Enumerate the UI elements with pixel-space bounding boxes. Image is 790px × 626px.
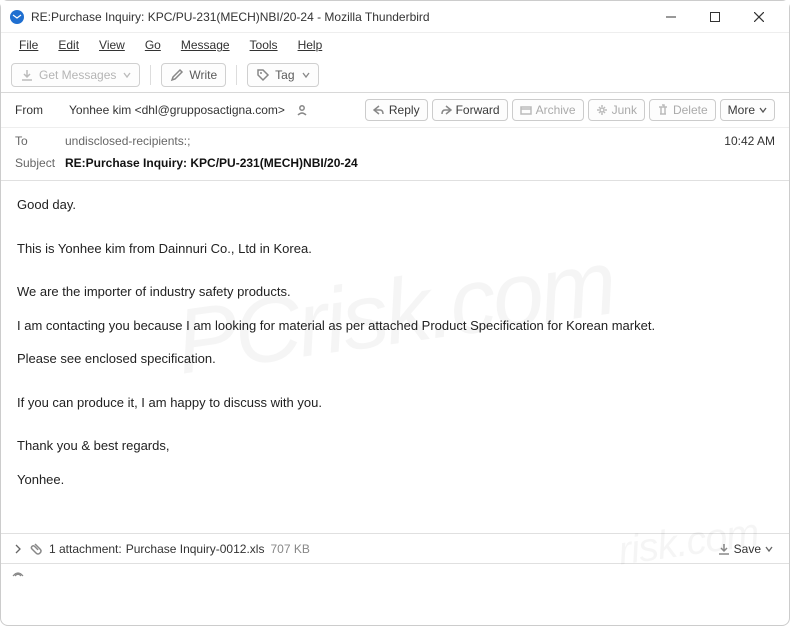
menu-file[interactable]: File [11,36,46,54]
body-line: We are the importer of industry safety p… [17,282,773,302]
body-line: I am contacting you because I am looking… [17,316,773,336]
close-button[interactable] [737,1,781,33]
attachment-count: 1 attachment: [49,542,122,556]
statusbar [1,563,789,587]
toolbar-divider [150,65,151,85]
body-line: Good day. [17,195,773,215]
body-line: Please see enclosed specification. [17,349,773,369]
body-line: This is Yonhee kim from Dainnuri Co., Lt… [17,239,773,259]
minimize-button[interactable] [649,1,693,33]
menu-help[interactable]: Help [290,36,331,54]
expand-attachments-button[interactable] [11,544,25,554]
attachment-filename[interactable]: Purchase Inquiry-0012.xls [126,542,265,556]
reply-button[interactable]: Reply [365,99,428,121]
attachment-bar: 1 attachment: Purchase Inquiry-0012.xls … [1,533,789,563]
delete-button[interactable]: Delete [649,99,716,121]
write-button[interactable]: Write [161,63,226,87]
tag-label: Tag [275,68,294,82]
toolbar: Get Messages Write Tag [1,57,789,93]
attachment-icon [29,542,43,556]
thunderbird-icon [9,9,25,25]
reply-label: Reply [389,103,420,117]
delete-label: Delete [673,103,708,117]
connection-status-icon[interactable] [11,569,25,583]
archive-label: Archive [536,103,576,117]
more-label: More [728,103,755,117]
subject-label: Subject [15,156,65,170]
menu-edit[interactable]: Edit [50,36,87,54]
subject-row: Subject RE:Purchase Inquiry: KPC/PU-231(… [1,150,789,181]
toolbar-divider [236,65,237,85]
forward-button[interactable]: Forward [432,99,508,121]
contact-icon[interactable] [295,103,309,117]
archive-button[interactable]: Archive [512,99,584,121]
menu-tools[interactable]: Tools [242,36,286,54]
body-line: Yonhee. [17,470,773,490]
menubar: File Edit View Go Message Tools Help [1,33,789,57]
body-line: Thank you & best regards, [17,436,773,456]
save-attachment-button[interactable]: Save [712,540,779,558]
from-label: From [15,103,65,117]
forward-label: Forward [456,103,500,117]
subject-value: RE:Purchase Inquiry: KPC/PU-231(MECH)NBI… [65,156,358,170]
tag-button[interactable]: Tag [247,63,318,87]
from-value: Yonhee kim <dhl@grupposactigna.com> [69,103,285,117]
save-label: Save [734,542,761,556]
menu-message[interactable]: Message [173,36,238,54]
window-title: RE:Purchase Inquiry: KPC/PU-231(MECH)NBI… [31,10,649,24]
message-time: 10:42 AM [724,134,775,148]
write-label: Write [189,68,217,82]
from-row: From Yonhee kim <dhl@grupposactigna.com>… [1,93,789,128]
junk-button[interactable]: Junk [588,99,645,121]
menu-view[interactable]: View [91,36,133,54]
to-value: undisclosed-recipients:; [65,134,190,148]
menu-go[interactable]: Go [137,36,169,54]
to-label: To [15,134,65,148]
maximize-button[interactable] [693,1,737,33]
get-messages-button[interactable]: Get Messages [11,63,140,87]
more-button[interactable]: More [720,99,775,121]
junk-label: Junk [612,103,637,117]
to-row: To undisclosed-recipients:; 10:42 AM [1,128,789,150]
get-messages-label: Get Messages [39,68,116,82]
message-body: Good day. This is Yonhee kim from Dainnu… [1,181,789,533]
attachment-size: 707 KB [270,542,309,556]
body-line: If you can produce it, I am happy to dis… [17,393,773,413]
